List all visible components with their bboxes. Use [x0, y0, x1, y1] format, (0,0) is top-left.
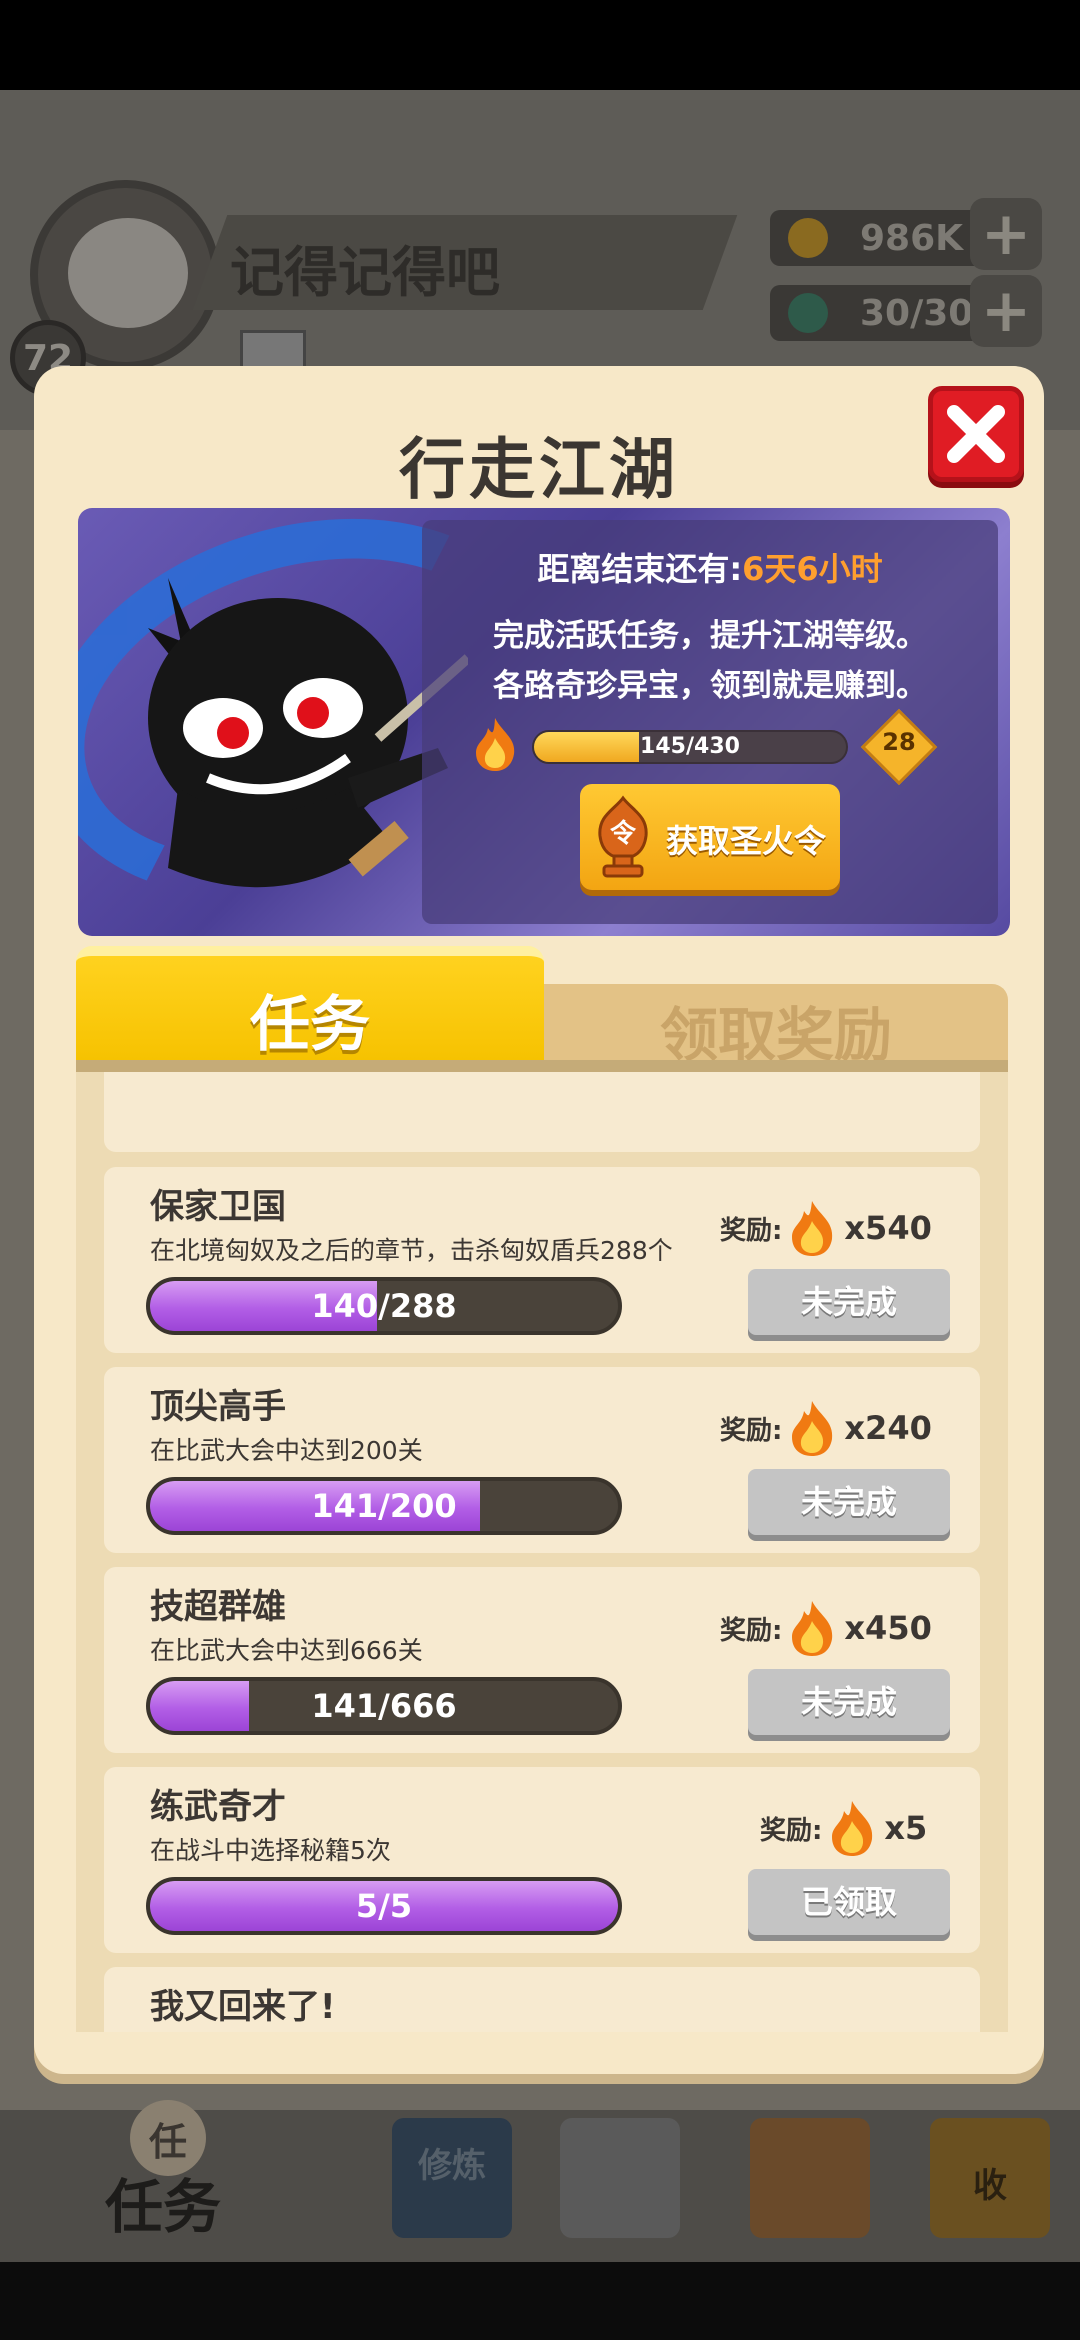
- task-card: 练武奇才在战斗中选择秘籍5次 5/5 奖励: x5 已领取: [104, 1767, 980, 1953]
- close-button[interactable]: [928, 386, 1024, 482]
- task-list[interactable]: 20/40未完成保家卫国在北境匈奴及之后的章节，击杀匈奴盾兵288个 140/28…: [76, 1072, 1008, 2032]
- task-description: 在战斗中选择秘籍5次: [150, 1836, 391, 1865]
- banner-info-panel: 距离结束还有:6天6小时 完成活跃任务，提升江湖等级。 各路奇珍异宝，领到就是赚…: [422, 520, 998, 924]
- task-reward: 奖励: x5: [760, 1797, 927, 1859]
- reward-amount: x240: [844, 1409, 932, 1447]
- reward-label: 奖励:: [720, 1215, 783, 1246]
- activity-dialog: 行走江湖 距离结束还有:6天6小时 完成活跃任务，提升江湖等级。 各路奇珍异宝，…: [34, 366, 1044, 2074]
- energy-counter: 30/30: [770, 285, 1000, 341]
- event-banner: 距离结束还有:6天6小时 完成活跃任务，提升江湖等级。 各路奇珍异宝，领到就是赚…: [78, 508, 1010, 936]
- get-holy-fire-token-button[interactable]: 令 获取圣火令: [580, 784, 840, 890]
- energy-value: 30/30: [860, 292, 974, 334]
- reward-label: 奖励:: [720, 1615, 783, 1646]
- tab-claim-rewards[interactable]: 领取奖励: [544, 984, 1008, 1069]
- banner-description-line2: 各路奇珍异宝，领到就是赚到。: [493, 668, 927, 704]
- task-title: 顶尖高手: [150, 1387, 286, 1427]
- task-progress-text: 140/288: [311, 1287, 457, 1325]
- task-description: 在比武大会中达到666关: [150, 1636, 423, 1665]
- get-token-label: 获取圣火令: [666, 822, 827, 860]
- tab-tasks-label: 任务: [250, 990, 370, 1060]
- task-reward: 奖励: x540: [720, 1197, 932, 1259]
- activity-level-progress: 145/430 28: [472, 708, 972, 786]
- task-card: 保家卫国在北境匈奴及之后的章节，击杀匈奴盾兵288个 140/288 奖励: x5…: [104, 1167, 980, 1353]
- tab-underline: [76, 1060, 1008, 1072]
- tab-tasks[interactable]: 任务: [76, 946, 544, 1062]
- task-description: 在北境匈奴及之后的章节，击杀匈奴盾兵288个: [150, 1236, 673, 1265]
- flame-icon: [792, 1401, 833, 1456]
- token-icon: 令: [598, 795, 648, 878]
- status-bar: [0, 0, 1080, 90]
- gold-coin-icon: [788, 218, 828, 258]
- reward-amount: x5: [884, 1809, 928, 1847]
- task-card: 顶尖高手在比武大会中达到200关 141/200 奖励: x240 未完成: [104, 1367, 980, 1553]
- reward-amount: x540: [844, 1209, 932, 1247]
- reward-label: 奖励:: [720, 1415, 783, 1446]
- gold-counter: 986K: [770, 210, 1000, 266]
- task-progress-text: 5/5: [355, 1887, 413, 1925]
- activity-progress-text: 145/430: [640, 734, 740, 759]
- countdown-value: 6天6小时: [742, 550, 883, 588]
- countdown-text: 距离结束还有:6天6小时: [422, 544, 998, 590]
- flame-icon: [792, 1201, 833, 1256]
- player-name: 记得记得吧: [230, 241, 500, 304]
- add-gold-plus-icon: +: [970, 198, 1042, 270]
- task-card: 20/40未完成: [104, 1072, 980, 1152]
- task-title: 练武奇才: [150, 1787, 286, 1827]
- nav-equipment-icon: [750, 2118, 870, 2238]
- reward-label: 奖励:: [760, 1815, 823, 1846]
- add-energy-plus-icon: +: [970, 275, 1042, 347]
- nav-shop-icon: 收: [930, 2118, 1050, 2238]
- activity-level: 28: [882, 728, 916, 756]
- task-reward: 奖励: x450: [720, 1597, 932, 1659]
- task-card: 我又回来了!: [104, 1967, 980, 2032]
- flame-icon: [476, 718, 515, 771]
- banner-description-line1: 完成活跃任务，提升江湖等级。: [493, 618, 927, 654]
- task-title: 技超群雄: [150, 1587, 286, 1627]
- dialog-title: 行走江湖: [399, 431, 679, 508]
- nav-battle-icon: [560, 2118, 680, 2238]
- gold-value: 986K: [860, 217, 964, 259]
- task-card: 技超群雄在比武大会中达到666关 141/666 奖励: x450 未完成: [104, 1567, 980, 1753]
- system-nav-bar: [0, 2262, 1080, 2340]
- task-reward: 奖励: x240: [720, 1397, 932, 1459]
- task-progress-text: 141/200: [311, 1487, 457, 1525]
- nav-cultivate-icon: 修炼: [392, 2118, 512, 2238]
- task-title: 保家卫国: [150, 1187, 286, 1227]
- reward-amount: x450: [844, 1609, 932, 1647]
- task-status-button[interactable]: 未完成: [748, 1669, 950, 1735]
- task-status-button[interactable]: 未完成: [748, 1469, 950, 1535]
- close-icon: [947, 405, 1005, 463]
- countdown-label: 距离结束还有:: [537, 550, 743, 588]
- ninja-illustration: [148, 578, 468, 888]
- task-status-button[interactable]: 未完成: [748, 1269, 950, 1335]
- task-description: 在比武大会中达到200关: [150, 1436, 423, 1465]
- task-title: 我又回来了!: [150, 1987, 336, 2027]
- energy-orb-icon: [788, 293, 828, 333]
- flame-icon: [792, 1601, 833, 1656]
- nav-task-label: 任务: [105, 2173, 222, 2241]
- token-char: 令: [610, 818, 637, 849]
- task-status-button[interactable]: 已领取: [748, 1869, 950, 1935]
- flame-icon: [832, 1801, 873, 1856]
- task-progress-text: 141/666: [311, 1687, 457, 1725]
